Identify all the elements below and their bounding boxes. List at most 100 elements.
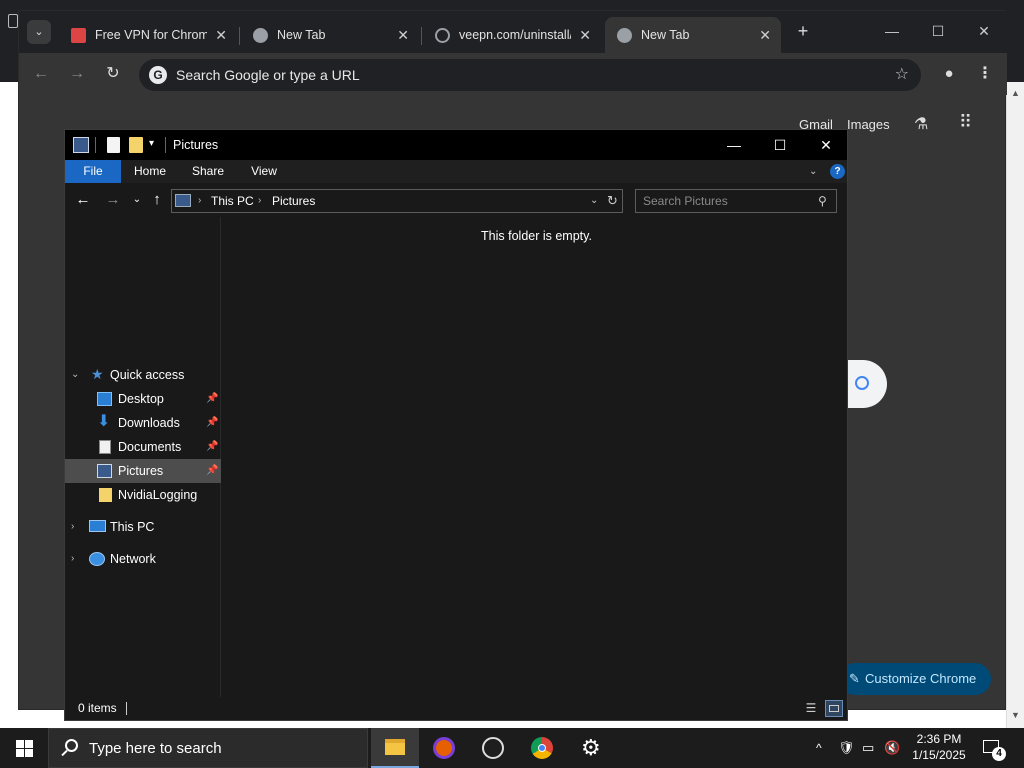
expanded-chevron-icon[interactable]: ⌄ bbox=[71, 363, 79, 387]
chrome-favicon-icon bbox=[253, 28, 268, 43]
nav-item-pictures[interactable]: Pictures 📌 bbox=[65, 459, 221, 483]
notifications-button[interactable]: 4 bbox=[980, 736, 1006, 761]
close-tab-icon[interactable]: ✕ bbox=[759, 17, 771, 53]
collapsed-chevron-icon[interactable]: › bbox=[71, 547, 74, 571]
search-input[interactable] bbox=[636, 190, 816, 212]
nav-item-documents[interactable]: Documents 📌 bbox=[65, 435, 221, 459]
explorer-search-box[interactable]: ⚲ bbox=[635, 189, 837, 213]
bookmark-star-icon[interactable]: ☆ bbox=[895, 59, 909, 91]
nav-item-downloads[interactable]: ⬇ Downloads 📌 bbox=[65, 411, 221, 435]
explorer-title-bar[interactable]: ▾ Pictures — ☐ ✕ bbox=[65, 130, 847, 160]
close-button[interactable]: ✕ bbox=[969, 19, 999, 43]
close-tab-icon[interactable]: ✕ bbox=[579, 17, 591, 53]
ribbon-tab-file[interactable]: File bbox=[65, 160, 121, 183]
up-button[interactable]: ↑ bbox=[147, 190, 167, 210]
taskbar-file-explorer[interactable] bbox=[371, 728, 419, 768]
nav-item-desktop[interactable]: Desktop 📌 bbox=[65, 387, 221, 411]
profile-button[interactable]: ● bbox=[937, 62, 961, 86]
ntp-search-box-end[interactable] bbox=[847, 360, 887, 408]
search-icon[interactable]: ⚲ bbox=[818, 190, 827, 212]
taskbar-settings[interactable]: ⚙ bbox=[567, 728, 615, 768]
pin-icon[interactable]: 📌 bbox=[206, 459, 218, 483]
veepn-favicon-icon bbox=[71, 28, 86, 43]
nav-item-nvidialogging[interactable]: NvidiaLogging bbox=[65, 483, 221, 507]
explorer-maximize-button[interactable]: ☐ bbox=[757, 130, 803, 160]
recent-locations-button[interactable]: ⌄ bbox=[127, 190, 147, 210]
scroll-down-icon[interactable]: ▼ bbox=[1011, 710, 1020, 720]
show-hidden-icons-chevron-icon[interactable]: ^ bbox=[816, 728, 822, 768]
nav-label: Documents bbox=[118, 440, 182, 454]
tab-free-vpn[interactable]: Free VPN for Chrome ✕ bbox=[59, 17, 237, 53]
address-dropdown-icon[interactable]: ⌄ bbox=[590, 190, 598, 212]
maximize-icon: ☐ bbox=[773, 137, 787, 153]
tab-search-button[interactable]: ⌄ bbox=[27, 20, 51, 44]
scroll-up-icon[interactable]: ▲ bbox=[1011, 88, 1020, 98]
background-scrollbar[interactable]: ▲ ▼ bbox=[1006, 82, 1024, 728]
collapsed-chevron-icon[interactable]: › bbox=[71, 515, 74, 539]
taskbar-search-box[interactable]: Type here to search bbox=[48, 728, 368, 768]
nav-item-quick-access[interactable]: ⌄ ★ Quick access bbox=[65, 363, 221, 387]
explorer-back-button[interactable]: ← bbox=[73, 190, 93, 210]
images-link[interactable]: Images bbox=[847, 111, 890, 139]
back-button[interactable]: ← bbox=[29, 62, 53, 86]
labs-flask-icon[interactable]: ⚗ bbox=[914, 114, 928, 134]
tab-title: New Tab bbox=[641, 28, 690, 42]
help-icon[interactable]: ? bbox=[830, 164, 845, 179]
large-icons-view-icon[interactable] bbox=[825, 700, 843, 717]
pin-icon[interactable]: 📌 bbox=[206, 411, 218, 435]
pin-icon[interactable]: 📌 bbox=[206, 435, 218, 459]
quick-access-dropdown-icon[interactable]: ▾ bbox=[149, 139, 159, 155]
firefox-icon bbox=[433, 737, 455, 759]
nav-item-this-pc[interactable]: › This PC bbox=[65, 515, 221, 539]
chrome-menu-button[interactable]: ⋮ bbox=[973, 62, 997, 86]
maximize-button[interactable]: ☐ bbox=[923, 19, 953, 43]
properties-checkmark-icon[interactable] bbox=[107, 137, 120, 153]
apps-grid-icon[interactable]: ⠿ bbox=[959, 112, 972, 133]
taskbar-chrome[interactable] bbox=[518, 728, 566, 768]
security-shield-icon[interactable]: 🛡 bbox=[838, 728, 855, 768]
forward-button[interactable]: → bbox=[65, 62, 89, 86]
file-list-pane[interactable]: This folder is empty. bbox=[222, 217, 847, 697]
explorer-minimize-button[interactable]: — bbox=[711, 130, 757, 160]
file-explorer-window: ▾ Pictures — ☐ ✕ File Home Share View ⌄ … bbox=[64, 129, 848, 721]
ribbon-tab-share[interactable]: Share bbox=[181, 160, 235, 183]
tab-separator bbox=[421, 27, 422, 45]
customize-chrome-label: Customize Chrome bbox=[865, 671, 977, 686]
close-tab-icon[interactable]: ✕ bbox=[397, 17, 409, 53]
explorer-forward-button[interactable]: → bbox=[103, 190, 123, 210]
star-icon: ★ bbox=[91, 366, 104, 382]
navigation-pane: ⌄ ★ Quick access Desktop 📌 ⬇ Downloads 📌… bbox=[65, 217, 221, 697]
breadcrumb-chevron-icon[interactable]: › bbox=[198, 190, 201, 212]
tab-veepn-uninstall[interactable]: veepn.com/uninstall/ ✕ bbox=[423, 17, 601, 53]
address-bar[interactable]: › This PC › Pictures ⌄ ↻ bbox=[171, 189, 623, 213]
omnibox[interactable]: G Search Google or type a URL ☆ bbox=[139, 59, 921, 91]
google-lens-icon[interactable] bbox=[855, 376, 869, 390]
taskbar-firefox[interactable] bbox=[420, 728, 468, 768]
customize-chrome-button[interactable]: ✎ Customize Chrome bbox=[839, 663, 991, 695]
minimize-button[interactable]: — bbox=[877, 19, 907, 43]
breadcrumb-pictures[interactable]: Pictures bbox=[272, 190, 315, 212]
system-clock[interactable]: 2:36 PM 1/15/2025 bbox=[904, 731, 974, 763]
tab-new-tab-active[interactable]: New Tab ✕ bbox=[605, 17, 781, 53]
ribbon-tab-home[interactable]: Home bbox=[123, 160, 177, 183]
close-tab-icon[interactable]: ✕ bbox=[215, 17, 227, 53]
network-status-icon[interactable]: ▭ bbox=[862, 728, 874, 768]
taskbar-obs[interactable] bbox=[469, 728, 517, 768]
desktop-icon bbox=[97, 392, 112, 406]
details-view-icon[interactable]: ☰ bbox=[803, 701, 819, 716]
explorer-close-button[interactable]: ✕ bbox=[803, 130, 849, 160]
refresh-icon[interactable]: ↻ bbox=[607, 190, 618, 212]
pin-icon[interactable]: 📌 bbox=[206, 387, 218, 411]
nav-item-network[interactable]: › Network bbox=[65, 547, 221, 571]
start-button[interactable] bbox=[0, 728, 48, 768]
tab-new-tab-1[interactable]: New Tab ✕ bbox=[241, 17, 419, 53]
ribbon-tab-view[interactable]: View bbox=[237, 160, 291, 183]
reload-button[interactable]: ↻ bbox=[101, 62, 125, 86]
volume-muted-icon[interactable]: 🔇 bbox=[884, 728, 900, 768]
breadcrumb-this-pc[interactable]: This PC bbox=[211, 190, 254, 212]
new-folder-icon[interactable] bbox=[129, 137, 143, 153]
arrow-right-icon: → bbox=[69, 65, 85, 82]
breadcrumb-chevron-icon[interactable]: › bbox=[258, 190, 261, 212]
new-tab-button[interactable]: + bbox=[791, 19, 815, 43]
expand-ribbon-chevron-icon[interactable]: ⌄ bbox=[809, 160, 817, 183]
